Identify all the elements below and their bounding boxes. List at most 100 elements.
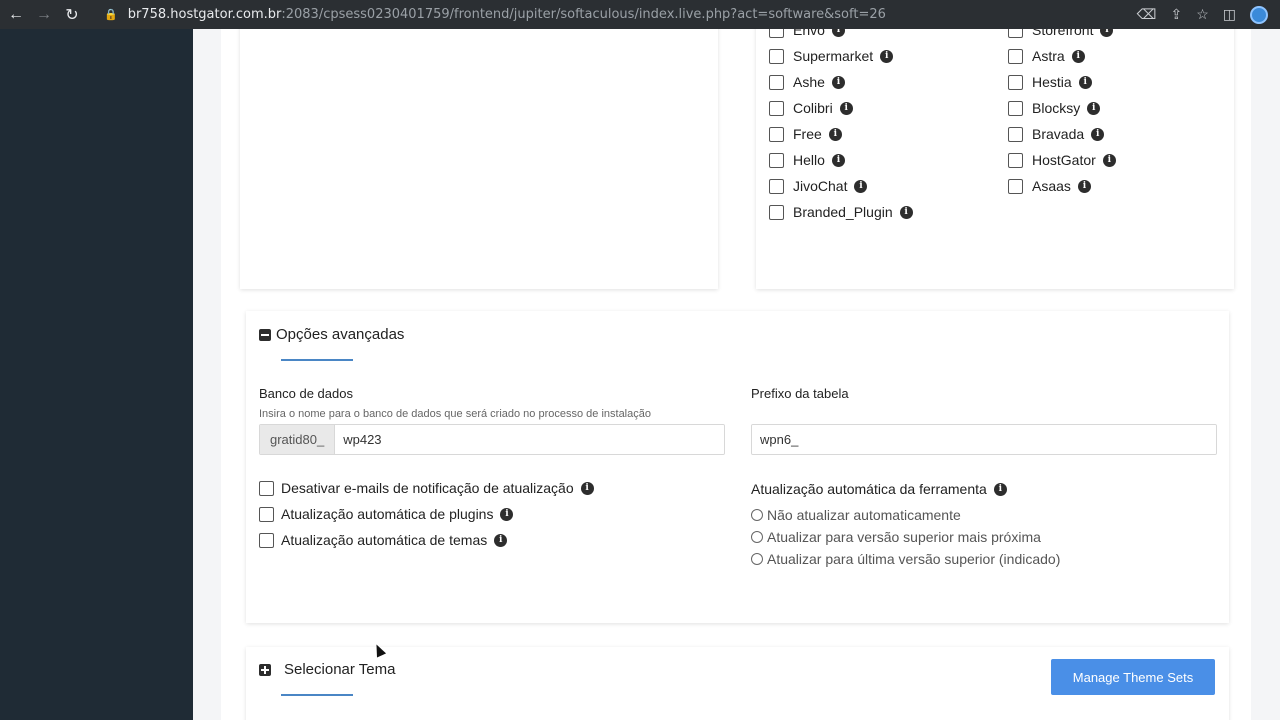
advanced-checkbox-row[interactable]: Atualização automática de plugins i	[259, 506, 514, 522]
info-icon[interactable]: i	[854, 179, 868, 193]
plugin-label: Bravada	[1032, 126, 1085, 142]
plugin-option[interactable]: Branded_Plugin i	[769, 202, 913, 222]
info-icon[interactable]: i	[839, 101, 853, 115]
plugin-label: Colibri	[793, 100, 833, 116]
info-icon[interactable]: i	[494, 533, 508, 547]
plugin-option[interactable]: Hello i	[769, 150, 845, 170]
info-icon[interactable]: i	[580, 481, 594, 495]
select-theme-toggle[interactable]: Selecionar Tema	[259, 661, 395, 678]
plugin-option[interactable]: Bravada i	[1008, 124, 1105, 144]
database-label: Banco de dados	[259, 386, 353, 401]
back-arrow-icon[interactable]: ←	[2, 0, 30, 29]
plugin-checkbox[interactable]	[1008, 126, 1023, 142]
plugin-label: Envo	[793, 29, 825, 38]
select-theme-underline	[281, 694, 353, 696]
advanced-checkbox-row[interactable]: Atualização automática de temas i	[259, 532, 508, 548]
sidebar-toggle-icon[interactable]: ◫	[1223, 6, 1236, 23]
info-icon[interactable]: i	[831, 29, 845, 37]
advanced-checkbox[interactable]	[259, 480, 274, 496]
database-name-input[interactable]	[335, 425, 724, 454]
info-icon[interactable]: i	[1087, 101, 1101, 115]
plugin-checkbox[interactable]	[769, 100, 784, 116]
plugin-option[interactable]: HostGator i	[1008, 150, 1116, 170]
auto-update-radio-row[interactable]: Atualizar para versão superior mais próx…	[751, 529, 1041, 545]
info-icon[interactable]: i	[1091, 127, 1105, 141]
advanced-options-card: Opções avançadas Banco de dados Insira o…	[246, 311, 1229, 623]
advanced-checkbox-label: Atualização automática de plugins	[281, 506, 494, 522]
info-icon[interactable]: i	[1078, 75, 1092, 89]
database-hint: Insira o nome para o banco de dados que …	[259, 408, 651, 420]
plugin-option[interactable]: Asaas i	[1008, 176, 1091, 196]
address-bar[interactable]: 🔒 br758.hostgator.com.br:2083/cpsess0230…	[104, 7, 886, 22]
plugin-checkbox[interactable]	[769, 48, 784, 64]
plugin-checkbox[interactable]	[1008, 48, 1023, 64]
bookmark-star-icon[interactable]: ☆	[1196, 6, 1209, 23]
installer-page: Envo i Supermarket i Ashe i Colibri i Free i Hello…	[221, 29, 1251, 720]
plugins-card: Envo i Supermarket i Ashe i Colibri i Free i Hello…	[756, 29, 1234, 289]
plugin-option[interactable]: Colibri i	[769, 98, 853, 118]
table-prefix-input[interactable]	[752, 425, 1216, 454]
advanced-options-underline	[281, 359, 353, 361]
plugin-option[interactable]: JivoChat i	[769, 176, 868, 196]
profile-avatar-icon[interactable]	[1250, 5, 1268, 24]
share-icon[interactable]: ⇪	[1170, 6, 1182, 23]
plugin-checkbox[interactable]	[1008, 29, 1023, 38]
plugin-checkbox[interactable]	[769, 178, 784, 194]
plugin-option[interactable]: Supermarket i	[769, 46, 894, 66]
auto-update-radio[interactable]	[751, 509, 763, 521]
plugin-checkbox[interactable]	[769, 74, 784, 90]
plugin-checkbox[interactable]	[1008, 100, 1023, 116]
plugin-label: HostGator	[1032, 152, 1096, 168]
browser-toolbar: ← → ↻ 🔒 br758.hostgator.com.br:2083/cpse…	[0, 0, 1280, 29]
plugin-option[interactable]: Free i	[769, 124, 842, 144]
plugin-label: Asaas	[1032, 178, 1071, 194]
plugin-option[interactable]: Ashe i	[769, 72, 845, 92]
plugin-option[interactable]: Hestia i	[1008, 72, 1092, 92]
plugin-checkbox[interactable]	[769, 152, 784, 168]
info-icon[interactable]: i	[1100, 29, 1114, 37]
info-icon[interactable]: i	[1071, 49, 1085, 63]
plugin-checkbox[interactable]	[1008, 152, 1023, 168]
plugin-checkbox[interactable]	[769, 29, 784, 38]
info-icon[interactable]: i	[831, 75, 845, 89]
plugin-option[interactable]: Blocksy i	[1008, 98, 1101, 118]
forward-arrow-icon[interactable]: →	[30, 0, 58, 29]
plugin-option[interactable]: Astra i	[1008, 46, 1085, 66]
plugin-checkbox[interactable]	[769, 204, 784, 220]
plugin-label: Hestia	[1032, 74, 1072, 90]
info-icon[interactable]: i	[828, 127, 842, 141]
select-theme-title: Selecionar Tema	[284, 661, 396, 678]
manage-theme-sets-button[interactable]: Manage Theme Sets	[1051, 659, 1215, 695]
plugin-label: JivoChat	[793, 178, 848, 194]
auto-update-radio[interactable]	[751, 553, 763, 565]
advanced-checkbox[interactable]	[259, 506, 274, 522]
translate-icon[interactable]: ⌫	[1137, 6, 1157, 23]
info-icon[interactable]: i	[899, 205, 913, 219]
expand-icon	[259, 663, 271, 676]
advanced-checkbox[interactable]	[259, 532, 274, 548]
info-icon[interactable]: i	[500, 507, 514, 521]
reload-icon[interactable]: ↻	[58, 0, 86, 29]
info-icon[interactable]: i	[831, 153, 845, 167]
auto-update-radio[interactable]	[751, 531, 763, 543]
auto-update-radio-row[interactable]: Não atualizar automaticamente	[751, 507, 961, 523]
database-prefix-addon: gratid80_	[260, 425, 336, 454]
main-content: Envo i Supermarket i Ashe i Colibri i Free i Hello…	[193, 29, 1280, 720]
plugin-checkbox[interactable]	[1008, 178, 1023, 194]
plugin-checkbox[interactable]	[769, 126, 784, 142]
advanced-checkbox-row[interactable]: Desativar e-mails de notificação de atua…	[259, 480, 594, 496]
left-panel-card	[240, 29, 718, 289]
info-icon[interactable]: i	[993, 482, 1007, 496]
plugin-option[interactable]: Storefront i	[1008, 29, 1114, 40]
plugin-option[interactable]: Envo i	[769, 29, 845, 40]
plugin-label: Astra	[1032, 48, 1065, 64]
plugin-checkbox[interactable]	[1008, 74, 1023, 90]
plugin-label: Ashe	[793, 74, 825, 90]
info-icon[interactable]: i	[1077, 179, 1091, 193]
auto-update-radio-row[interactable]: Atualizar para última versão superior (i…	[751, 551, 1060, 567]
info-icon[interactable]: i	[1102, 153, 1116, 167]
advanced-options-toggle[interactable]: Opções avançadas	[259, 326, 404, 343]
info-icon[interactable]: i	[880, 49, 894, 63]
url-path: :2083/cpsess0230401759/frontend/jupiter/…	[281, 7, 886, 22]
advanced-options-title: Opções avançadas	[276, 326, 405, 343]
